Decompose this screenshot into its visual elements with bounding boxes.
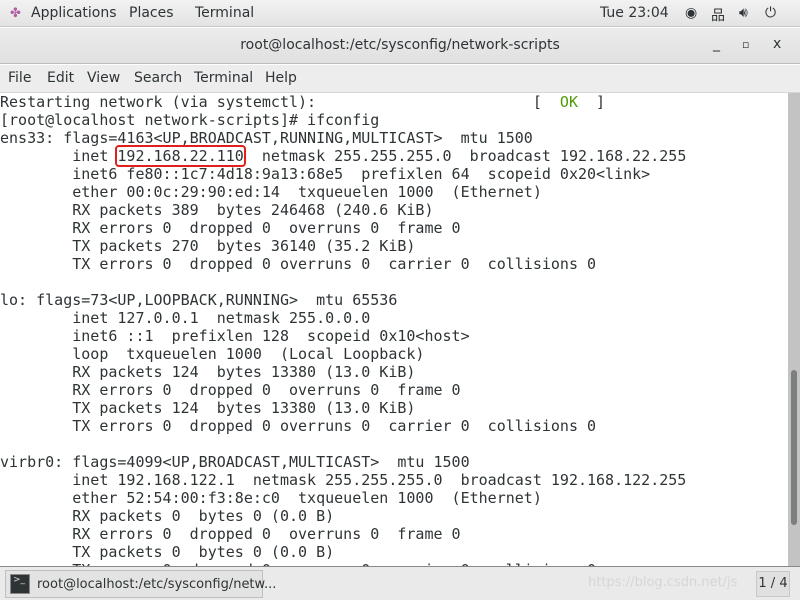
terminal-line: inet6 fe80::1c7:4d18:9a13:68e5 prefixlen…	[0, 165, 651, 183]
terminal-line: inet 127.0.0.1 netmask 255.0.0.0	[0, 309, 371, 327]
accessibility-icon[interactable]: ◉	[685, 5, 697, 21]
window-titlebar: root@localhost:/etc/sysconfig/network-sc…	[0, 28, 800, 64]
terminal-line: RX errors 0 dropped 0 overruns 0 frame 0	[0, 381, 461, 399]
terminal-line: RX packets 0 bytes 0 (0.0 B)	[0, 507, 335, 525]
line-text: ]	[577, 93, 606, 111]
clock[interactable]: Tue 23:04	[600, 5, 669, 21]
terminal-lines: inet6 fe80::1c7:4d18:9a13:68e5 prefixlen…	[0, 165, 788, 566]
terminal-line: RX errors 0 dropped 0 overruns 0 frame 0	[0, 525, 461, 543]
top-panel: ✤ Applications Places Terminal Tue 23:04…	[0, 0, 800, 27]
bottom-panel: >_ root@localhost:/etc/sysconfig/netw...…	[0, 566, 800, 600]
terminal-output[interactable]: Restarting network (via systemctl): [ OK…	[0, 93, 788, 566]
line-text: inet	[0, 147, 118, 165]
scrollbar-thumb[interactable]	[791, 370, 797, 525]
close-button[interactable]: x	[773, 36, 781, 52]
menu-view[interactable]: View	[87, 70, 120, 86]
watermark: https://blog.csdn.net/js	[588, 575, 738, 590]
menu-edit[interactable]: Edit	[47, 70, 74, 86]
terminal-line: RX packets 389 bytes 246468 (240.6 KiB)	[0, 201, 434, 219]
terminal-line: lo: flags=73<UP,LOOPBACK,RUNNING> mtu 65…	[0, 291, 398, 309]
network-icon[interactable]: 品	[711, 5, 725, 25]
terminal-line: RX errors 0 dropped 0 overruns 0 frame 0	[0, 219, 461, 237]
maximize-button[interactable]: ▫	[742, 38, 749, 51]
terminal-icon: >_	[10, 574, 30, 594]
menu-search[interactable]: Search	[134, 70, 182, 86]
terminal-line: TX packets 0 bytes 0 (0.0 B)	[0, 543, 335, 561]
terminal-line: TX errors 0 dropped 0 overruns 0 carrier…	[0, 417, 597, 435]
terminal-line: TX packets 124 bytes 13380 (13.0 KiB)	[0, 399, 416, 417]
terminal-line: inet6 ::1 prefixlen 128 scopeid 0x10<hos…	[0, 327, 470, 345]
terminal-line: virbr0: flags=4099<UP,BROADCAST,MULTICAS…	[0, 453, 470, 471]
terminal-line: inet 192.168.122.1 netmask 255.255.255.0…	[0, 471, 687, 489]
ok-status: OK	[559, 93, 578, 111]
volume-icon[interactable]: 🔊︎	[739, 5, 748, 21]
terminal-line: loop txqueuelen 1000 (Local Loopback)	[0, 345, 425, 363]
applications-menu[interactable]: Applications	[31, 5, 117, 21]
terminal-line: ens33: flags=4163<UP,BROADCAST,RUNNING,M…	[0, 129, 533, 147]
menu-help[interactable]: Help	[265, 70, 297, 86]
line-text: netmask 255.255.255.0 broadcast 192.168.…	[243, 147, 687, 165]
taskbar-window-button[interactable]: >_ root@localhost:/etc/sysconfig/netw...	[5, 570, 276, 598]
terminal-line: ether 52:54:00:f3:8e:c0 txqueuelen 1000 …	[0, 489, 542, 507]
terminal-line: RX packets 124 bytes 13380 (13.0 KiB)	[0, 363, 416, 381]
window-title: root@localhost:/etc/sysconfig/network-sc…	[240, 37, 560, 53]
line-text: Restarting network (via systemctl): [	[0, 93, 560, 111]
terminal-line: ether 00:0c:29:90:ed:14 txqueuelen 1000 …	[0, 183, 542, 201]
task-label: root@localhost:/etc/sysconfig/netw...	[37, 577, 277, 592]
terminal-line: inet 192.168.22.110 netmask 255.255.255.…	[0, 145, 788, 167]
menu-bar: File Edit View Search Terminal Help	[0, 65, 800, 93]
places-menu[interactable]: Places	[129, 5, 174, 21]
minimize-button[interactable]: _	[713, 36, 720, 52]
terminal-line: [root@localhost network-scripts]# ifconf…	[0, 111, 380, 129]
power-icon[interactable]: ⏻	[765, 5, 776, 21]
terminal-app-menu[interactable]: Terminal	[195, 5, 254, 21]
menu-terminal[interactable]: Terminal	[194, 70, 253, 86]
gnome-foot-icon: ✤	[10, 6, 21, 21]
workspace-switcher[interactable]: 1 / 4	[756, 571, 790, 597]
terminal-line: TX packets 270 bytes 36140 (35.2 KiB)	[0, 237, 416, 255]
highlighted-ip-address: 192.168.22.110	[115, 145, 246, 167]
scrollbar[interactable]	[788, 93, 800, 566]
terminal-line: Restarting network (via systemctl): [ OK…	[0, 93, 788, 111]
terminal-line: TX errors 0 dropped 0 overruns 0 carrier…	[0, 255, 597, 273]
menu-file[interactable]: File	[8, 70, 31, 86]
